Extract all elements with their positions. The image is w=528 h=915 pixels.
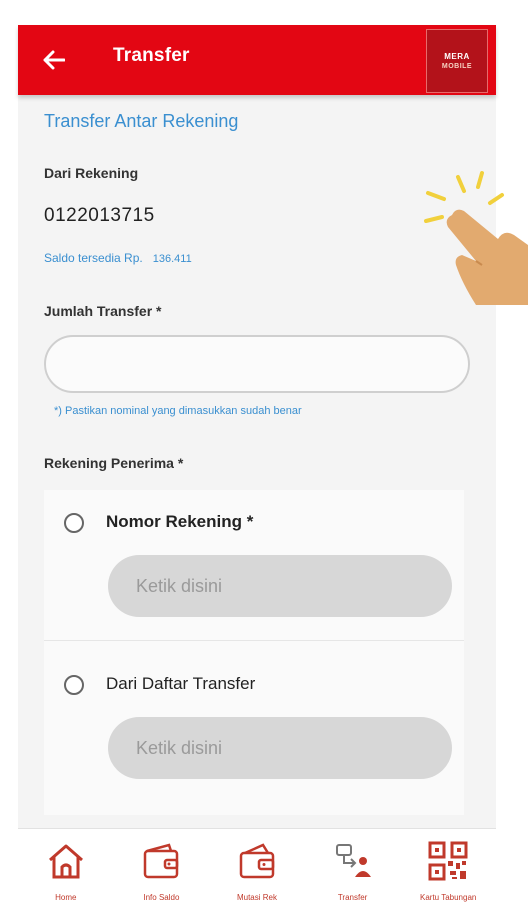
from-account-label: Dari Rekening (44, 165, 139, 181)
wallet-card-icon (239, 843, 275, 879)
back-button[interactable] (38, 45, 70, 75)
tap-hint-hand-icon (424, 171, 528, 305)
account-number-input[interactable] (108, 555, 452, 617)
nav-label-mutasi-rek: Mutasi Rek (236, 893, 277, 902)
bottom-navigation: Home Info Saldo Mutasi Rek Transfer Kart… (18, 828, 496, 915)
home-icon (48, 844, 83, 879)
nav-item-transfer[interactable]: Transfer (305, 829, 401, 915)
nav-label-kartu-tabungan: Kartu Tabungan (420, 893, 477, 902)
nav-item-mutasi-rek[interactable]: Mutasi Rek (209, 829, 305, 915)
account-number-option-label[interactable]: Nomor Rekening * (106, 512, 253, 532)
brand-logo-line1: MERA (444, 52, 470, 61)
balance-label: Saldo tersedia Rp. (44, 251, 143, 265)
account-number-radio[interactable] (64, 513, 84, 533)
nav-label-home: Home (55, 893, 77, 902)
app-bar: Transfer MERA MOBILE (18, 25, 496, 95)
nav-label-transfer: Transfer (337, 893, 368, 902)
nav-item-kartu-tabungan[interactable]: Kartu Tabungan (400, 829, 496, 915)
amount-input[interactable] (44, 335, 470, 393)
recipient-options-card: Nomor Rekening * Dari Daftar Transfer (44, 490, 464, 815)
app-screen: Transfer MERA MOBILE Transfer Antar Reke… (18, 25, 496, 915)
transfer-icon (335, 844, 371, 877)
page-title: Transfer (113, 45, 190, 66)
available-balance: Saldo tersedia Rp. 136.411 (44, 251, 192, 265)
transfer-list-radio[interactable] (64, 675, 84, 695)
qr-code-icon (428, 841, 468, 881)
transfer-list-input[interactable] (108, 717, 452, 779)
brand-logo-line2: MOBILE (441, 63, 473, 70)
nav-item-info-saldo[interactable]: Info Saldo (114, 829, 210, 915)
section-title: Transfer Antar Rekening (44, 111, 239, 131)
arrow-left-icon (43, 50, 65, 70)
nav-label-info-saldo: Info Saldo (143, 893, 180, 902)
nav-item-home[interactable]: Home (18, 829, 114, 915)
brand-logo: MERA MOBILE (426, 29, 488, 93)
wallet-icon (144, 843, 179, 879)
amount-label: Jumlah Transfer * (44, 303, 162, 319)
transfer-list-option-label[interactable]: Dari Daftar Transfer (106, 674, 255, 694)
from-account-number: 0122013715 (44, 205, 155, 226)
option-transfer-list: Dari Daftar Transfer (44, 650, 464, 800)
balance-value: 136.411 (152, 253, 192, 265)
amount-hint: *) Pastikan nominal yang dimasukkan suda… (54, 405, 302, 417)
recipient-label: Rekening Penerima * (44, 455, 184, 471)
option-account-number: Nomor Rekening * (44, 490, 464, 641)
